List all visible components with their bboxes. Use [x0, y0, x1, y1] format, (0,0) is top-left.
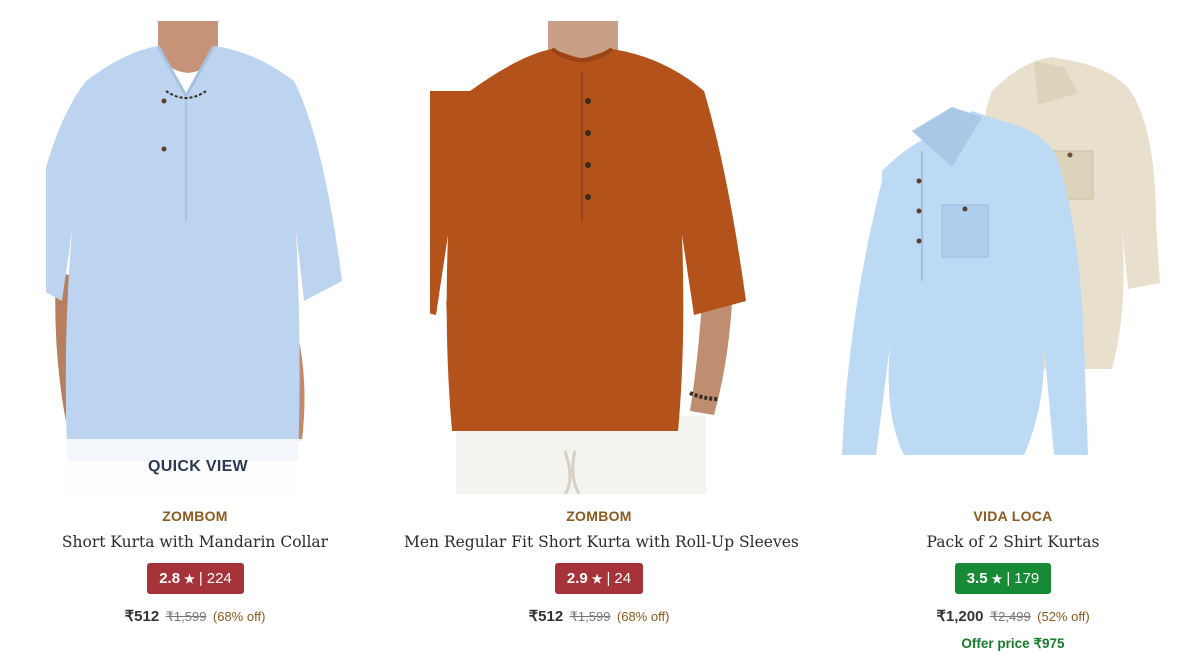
product-brand: VIDA LOCA — [973, 508, 1053, 524]
rating-separator: | — [198, 570, 203, 587]
discount: (68% off) — [616, 609, 670, 624]
rust-orange-kurta-image — [430, 21, 770, 494]
quick-view-button[interactable]: QUICK VIEW — [46, 439, 350, 494]
product-name[interactable]: Short Kurta with Mandarin Collar — [0, 533, 390, 551]
mrp: ₹2,499 — [989, 609, 1031, 624]
discount: (68% off) — [212, 609, 266, 624]
mrp: ₹1,599 — [165, 609, 207, 624]
price-row: ₹1,200 ₹2,499 (52% off) — [828, 607, 1197, 626]
price: ₹512 — [124, 608, 160, 625]
product-image[interactable] — [430, 21, 770, 494]
blue-and-beige-shirt-kurtas-image — [822, 21, 1192, 494]
star-icon: ★ — [991, 571, 1003, 586]
discount: (52% off) — [1037, 609, 1090, 624]
price-row: ₹512 ₹1,599 (68% off) — [0, 607, 390, 626]
rating-badge: 2.9 ★ | 24 — [555, 563, 643, 594]
rating-value: 2.8 — [159, 570, 181, 587]
price-row: ₹512 ₹1,599 (68% off) — [404, 607, 794, 626]
rating-value: 3.5 — [966, 570, 988, 587]
product-image[interactable] — [822, 21, 1192, 494]
rating-separator: | — [606, 570, 611, 587]
rating-separator: | — [1006, 570, 1011, 587]
rating-count: 179 — [1014, 570, 1040, 587]
offer-price: Offer price ₹975 — [961, 636, 1065, 651]
rating-count: 224 — [206, 570, 232, 587]
product-name[interactable]: Pack of 2 Shirt Kurtas — [828, 533, 1197, 551]
price: ₹1,200 — [936, 608, 984, 625]
rating-count: 24 — [614, 570, 632, 587]
star-icon: ★ — [591, 571, 603, 586]
product-card[interactable]: ZOMBOM Men Regular Fit Short Kurta with … — [404, 0, 799, 658]
product-brand: ZOMBOM — [162, 508, 228, 524]
product-brand: ZOMBOM — [566, 508, 632, 524]
product-card[interactable]: VIDA LOCA Pack of 2 Shirt Kurtas 3.5 ★ |… — [808, 0, 1197, 658]
light-blue-kurta-image — [46, 21, 350, 494]
star-icon: ★ — [184, 571, 195, 586]
product-card[interactable]: QUICK VIEW ZOMBOM Short Kurta with Manda… — [0, 0, 390, 658]
product-grid: QUICK VIEW ZOMBOM Short Kurta with Manda… — [0, 0, 1197, 658]
rating-badge: 2.8 ★ | 224 — [147, 563, 244, 594]
rating-value: 2.9 — [566, 570, 588, 587]
product-image[interactable]: QUICK VIEW — [46, 21, 350, 494]
product-name[interactable]: Men Regular Fit Short Kurta with Roll-Up… — [404, 533, 799, 551]
rating-badge: 3.5 ★ | 179 — [955, 563, 1051, 594]
price: ₹512 — [528, 608, 564, 625]
mrp: ₹1,599 — [569, 609, 611, 624]
